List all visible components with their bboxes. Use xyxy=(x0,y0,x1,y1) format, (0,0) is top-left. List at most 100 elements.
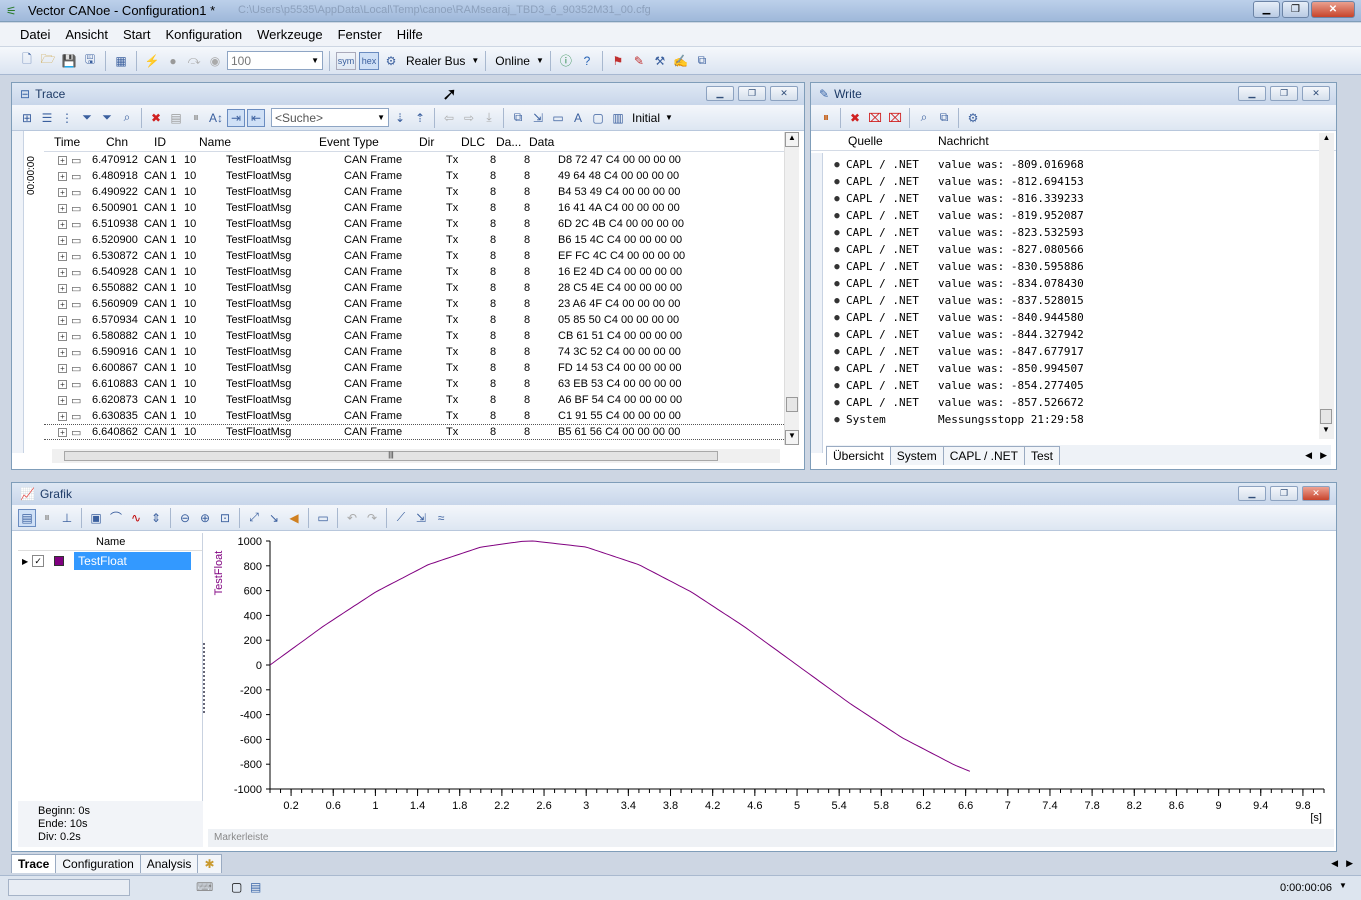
menu-konfiguration[interactable]: Konfiguration xyxy=(165,27,242,42)
menu-werkzeuge[interactable]: Werkzeuge xyxy=(257,27,323,42)
trace-search-combo[interactable]: <Suche> ▼ xyxy=(271,108,389,127)
expand-icon[interactable]: + xyxy=(58,187,67,197)
open-folder-icon[interactable]: 🗁 xyxy=(39,52,57,70)
pause-icon[interactable]: ⏸ xyxy=(187,109,205,127)
trace-vscrollbar[interactable]: ▲ ▼ xyxy=(784,132,799,445)
chevron-down-icon[interactable]: ▼ xyxy=(1339,881,1347,890)
menu-ansicht[interactable]: Ansicht xyxy=(65,27,108,42)
info-icon[interactable]: ⓘ xyxy=(557,52,575,70)
pause-icon[interactable]: ⏸ xyxy=(38,509,56,527)
trace-columns-icon[interactable]: ☰ xyxy=(38,109,56,127)
measurement-icon[interactable]: ⚑ xyxy=(609,52,627,70)
col-da[interactable]: Da... xyxy=(496,135,529,149)
expand-icon[interactable]: + xyxy=(58,235,67,245)
trace-close-button[interactable]: ✕ xyxy=(770,86,798,101)
binoculars-icon[interactable]: ⌕ xyxy=(118,109,136,127)
expand-icon[interactable]: + xyxy=(58,251,67,261)
table-row[interactable]: + ▭ 6.590916 CAN 1 10 TestFloatMsg CAN Frame Tx… xyxy=(44,344,784,360)
trace-filter-icon[interactable]: ⊞ xyxy=(18,109,36,127)
col-event-type[interactable]: Event Type xyxy=(319,135,419,149)
measure-mode-icon[interactable]: ⤢ xyxy=(245,509,263,527)
signal-row[interactable]: ▶ ✓ TestFloat xyxy=(18,551,202,571)
zoom-fit-icon[interactable]: ⊡ xyxy=(216,509,234,527)
tab-configuration[interactable]: Configuration xyxy=(55,854,141,873)
online-dropdown[interactable]: Online xyxy=(492,54,533,68)
trace-search-input[interactable]: <Suche> xyxy=(275,111,323,125)
zoom-in-icon[interactable]: ⊕ xyxy=(196,509,214,527)
expand-icon[interactable]: + xyxy=(58,427,67,437)
color-icon[interactable]: ▢ xyxy=(589,109,607,127)
trace-minimize-button[interactable]: ▁ xyxy=(706,86,734,101)
trace-hierarchy-icon[interactable]: ⋮ xyxy=(58,109,76,127)
table-row[interactable]: + ▭ 6.620873 CAN 1 10 TestFloatMsg CAN Frame Tx… xyxy=(44,392,784,408)
trace-funnel-icon[interactable]: ⏷ xyxy=(78,109,96,127)
legend-icon[interactable]: ▤ xyxy=(18,508,36,527)
expand-icon[interactable]: + xyxy=(58,155,67,165)
stop-icon[interactable]: ● xyxy=(164,52,182,70)
grafik-maximize-button[interactable]: ❐ xyxy=(1270,486,1298,501)
help-icon[interactable]: ? xyxy=(578,52,596,70)
menu-start[interactable]: Start xyxy=(123,27,150,42)
tab-scroll-left-icon[interactable]: ◀ xyxy=(1301,446,1316,465)
menu-hilfe[interactable]: Hilfe xyxy=(397,27,423,42)
tab-analysis[interactable]: Analysis xyxy=(139,854,199,873)
pause-icon[interactable]: ⏸ xyxy=(817,109,835,127)
tab-scroll-left-icon[interactable]: ◀ xyxy=(1327,854,1342,873)
marker-bar[interactable]: Markerleiste xyxy=(208,829,1334,847)
new-file-icon[interactable]: 🗋 xyxy=(18,52,36,70)
delete-icon[interactable]: ✖ xyxy=(846,109,864,127)
chart-layout-icon[interactable]: ⊥ xyxy=(58,509,76,527)
grafik-minimize-button[interactable]: ▁ xyxy=(1238,486,1266,501)
display-icon[interactable]: ▭ xyxy=(314,509,332,527)
fixed-position-icon[interactable]: ⇤ xyxy=(247,108,265,127)
table-row[interactable]: + ▭ 6.500901 CAN 1 10 TestFloatMsg CAN Frame Tx… xyxy=(44,200,784,216)
delete-icon[interactable]: ✖ xyxy=(147,109,165,127)
expand-icon[interactable]: + xyxy=(58,379,67,389)
menu-datei[interactable]: Datei xyxy=(20,27,50,42)
axes-icon[interactable]: ⇕ xyxy=(147,509,165,527)
time-icon[interactable]: A↕ xyxy=(207,109,225,127)
expand-icon[interactable]: + xyxy=(58,363,67,373)
close-button[interactable]: ✕ xyxy=(1311,1,1355,18)
cursor-icon[interactable]: ↘ xyxy=(265,509,283,527)
configure-icon[interactable]: ⚙ xyxy=(964,109,982,127)
forward-arrow-icon[interactable]: ⇨ xyxy=(460,109,478,127)
trace-hscrollbar[interactable]: ||| xyxy=(52,449,780,463)
expand-icon[interactable]: + xyxy=(58,347,67,357)
marker-back-icon[interactable]: ◀ xyxy=(285,509,303,527)
expand-icon[interactable]: + xyxy=(58,299,67,309)
table-row[interactable]: + ▭ 6.530872 CAN 1 10 TestFloatMsg CAN Frame Tx… xyxy=(44,248,784,264)
zoom-out-icon[interactable]: ⊖ xyxy=(176,509,194,527)
minimize-button[interactable]: ▁ xyxy=(1253,1,1280,18)
back-arrow-icon[interactable]: ⇦ xyxy=(440,109,458,127)
layout-icon[interactable]: ▭ xyxy=(549,109,567,127)
expand-icon[interactable]: + xyxy=(58,395,67,405)
trace-maximize-button[interactable]: ❐ xyxy=(738,86,766,101)
font-icon[interactable]: A xyxy=(569,109,587,127)
expand-icon[interactable]: + xyxy=(58,315,67,325)
tab-trace[interactable]: Trace xyxy=(11,854,57,873)
table-row[interactable]: + ▭ 6.560909 CAN 1 10 TestFloatMsg CAN Frame Tx… xyxy=(44,296,784,312)
write-maximize-button[interactable]: ❐ xyxy=(1270,86,1298,101)
undo-icon[interactable]: ↶ xyxy=(343,509,361,527)
col-dlc[interactable]: DLC xyxy=(461,135,496,149)
write-vscrollbar[interactable]: ▲ ▼ xyxy=(1319,133,1334,439)
chronological-icon[interactable]: ⇥ xyxy=(227,108,245,127)
realer-bus-dropdown[interactable]: Realer Bus xyxy=(403,54,468,68)
start-lightning-icon[interactable]: ⚡ xyxy=(143,52,161,70)
clear-page-icon[interactable]: ⌧ xyxy=(866,109,884,127)
signal-name[interactable]: TestFloat xyxy=(74,552,192,570)
scroll-thumb[interactable] xyxy=(786,397,798,412)
copy-icon[interactable]: ⧉ xyxy=(509,109,527,127)
new-desktop-icon[interactable]: ✱ xyxy=(197,854,222,873)
expand-icon[interactable]: + xyxy=(58,171,67,181)
table-row[interactable]: + ▭ 6.480918 CAN 1 10 TestFloatMsg CAN Frame Tx… xyxy=(44,168,784,184)
redo-icon[interactable]: ↷ xyxy=(363,509,381,527)
grafik-close-button[interactable]: ✕ xyxy=(1302,486,1330,501)
col-quelle[interactable]: Quelle xyxy=(848,134,938,148)
maximize-button[interactable]: ❐ xyxy=(1282,1,1309,18)
configuration-icon[interactable]: ▦ xyxy=(112,52,130,70)
scroll-up-icon[interactable]: ▲ xyxy=(785,132,799,147)
table-row[interactable]: + ▭ 6.630835 CAN 1 10 TestFloatMsg CAN Frame Tx… xyxy=(44,408,784,424)
save-all-icon[interactable]: 🖫 xyxy=(81,52,99,70)
